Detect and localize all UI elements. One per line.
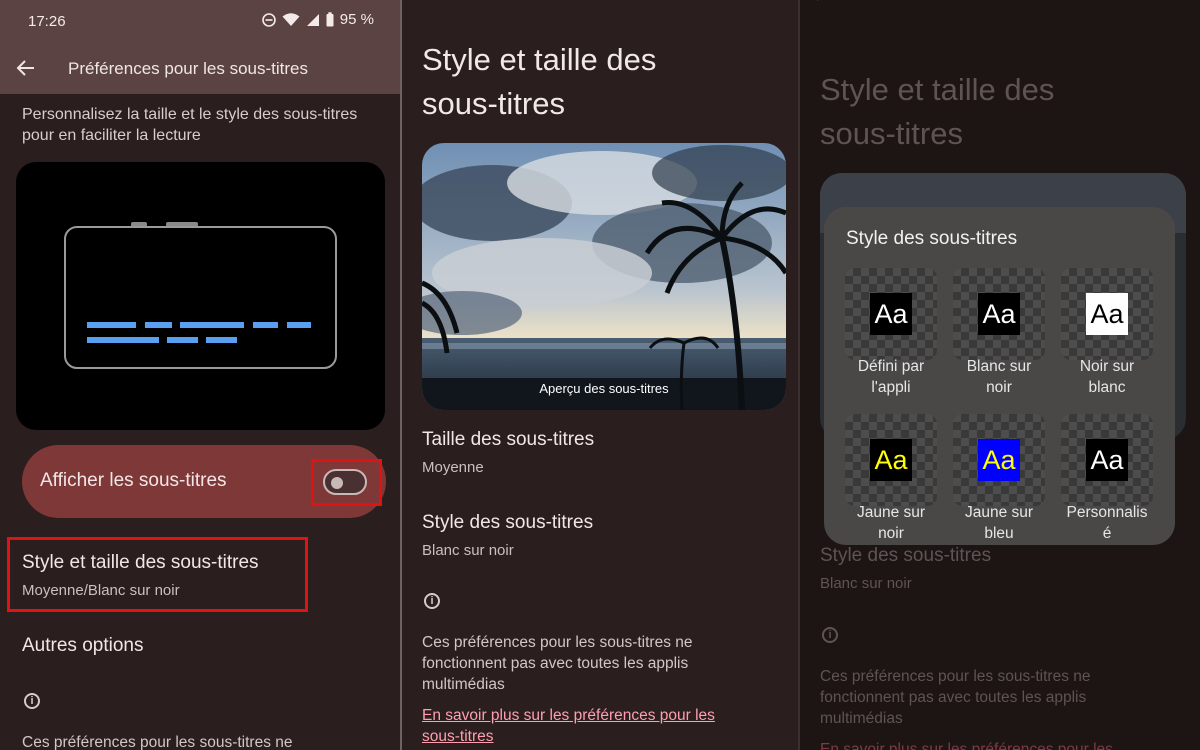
style-preview: Aa — [845, 268, 937, 360]
sample-text: Aa — [1086, 439, 1128, 481]
note-line: multimédias — [422, 676, 505, 693]
label-line: Jaune sur — [964, 504, 1034, 521]
option-label: Personnalis é — [1052, 502, 1162, 544]
compat-note: Ces préférences pour les sous-titres ne … — [820, 666, 1091, 729]
note-line: fonctionnent pas avec toutes les applis — [820, 689, 1087, 706]
info-icon: i — [822, 627, 838, 643]
sample-text: Aa — [1086, 293, 1128, 335]
preview-caption-text: Aperçu des sous-titres — [539, 381, 669, 396]
label-line: é — [1102, 525, 1112, 542]
battery-icon — [326, 12, 334, 27]
signal-icon — [306, 13, 319, 26]
style-preview: Aa — [953, 414, 1045, 506]
intro-text: Personnalisez la taille et le style des … — [22, 106, 358, 144]
sample-text: Aa — [978, 293, 1020, 335]
label-line: Jaune sur — [856, 504, 926, 521]
note-line: Ces préférences pour les sous-titres ne — [422, 634, 693, 651]
style-size-page-title: Style et taille des sous-titres — [422, 38, 656, 126]
status-icons: 95 % — [261, 11, 374, 28]
caption-size-value: Moyenne — [422, 459, 484, 476]
caption-illustration — [16, 162, 385, 430]
caption-style-value: Blanc sur noir — [422, 542, 514, 559]
style-preview: Aa — [1061, 268, 1153, 360]
wifi-icon — [282, 12, 300, 26]
caption-size-item[interactable]: Taille des sous-titres Moyenne — [422, 425, 782, 485]
highlight-box-switch — [311, 459, 382, 506]
back-arrow-icon[interactable] — [814, 0, 830, 8]
style-size-item[interactable]: Style et taille des sous-titres Moyenne/… — [10, 540, 305, 610]
sample-text: Aa — [870, 439, 912, 481]
option-label: Jaune sur noir — [836, 502, 946, 544]
style-dialog-panel: Style et taille des sous-titres Style de… — [800, 0, 1200, 750]
more-options-header: Autres options — [22, 635, 144, 656]
do-not-disturb-icon — [261, 12, 276, 27]
learn-more-link[interactable]: En savoir plus sur les préférences pour … — [422, 705, 715, 747]
title-line-2: sous-titres — [820, 116, 963, 151]
learn-more-link[interactable]: En savoir plus sur les préférences pour … — [820, 739, 1113, 750]
option-label: Jaune sur bleu — [944, 502, 1054, 544]
title-line-1: Style et taille des — [422, 42, 657, 77]
note-text: Ces préférences pour les sous-titres ne — [22, 734, 293, 750]
style-preview: Aa — [1061, 414, 1153, 506]
show-captions-label: Afficher les sous-titres — [40, 470, 227, 491]
style-preview: Aa — [845, 414, 937, 506]
page-title: Préférences pour les sous-titres — [68, 59, 308, 78]
caption-style-title: Style des sous-titres — [820, 545, 992, 566]
caption-style-value: Blanc sur noir — [820, 575, 912, 592]
caption-style-dialog: Style des sous-titres Aa Défini par l'ap… — [824, 207, 1175, 545]
label-line: Noir sur — [1079, 358, 1135, 375]
info-icon: i — [424, 593, 440, 609]
style-size-title: Style et taille des sous-titres — [22, 552, 259, 573]
battery-level: 95 % — [339, 11, 374, 28]
settings-panel-captions: 17:26 95 % Préférences pour les sous-tit… — [0, 0, 400, 750]
caption-size-title: Taille des sous-titres — [422, 429, 595, 450]
dialog-title: Style des sous-titres — [846, 228, 1018, 249]
label-line: Personnalis — [1066, 504, 1148, 521]
caption-style-item[interactable]: Style des sous-titres Blanc sur noir — [422, 508, 782, 568]
palm-beach-photo — [422, 143, 786, 410]
caption-preview-image: Aperçu des sous-titres — [422, 143, 786, 410]
label-line: l'appli — [871, 379, 911, 396]
sample-text: Aa — [870, 293, 912, 335]
note-line: multimédias — [820, 710, 903, 727]
compat-note: Ces préférences pour les sous-titres ne … — [422, 632, 693, 695]
option-label: Blanc sur noir — [944, 356, 1054, 398]
label-line: blanc — [1088, 379, 1126, 396]
note-line: fonctionnent pas avec toutes les applis — [422, 655, 689, 672]
status-time: 17:26 — [28, 13, 66, 30]
link-line: sous-titres — [422, 728, 494, 745]
note-line: Ces préférences pour les sous-titres ne — [820, 668, 1091, 685]
device-caption-icon — [64, 222, 337, 369]
label-line: Défini par — [857, 358, 925, 375]
status-bar: 17:26 95 % — [0, 0, 400, 44]
info-icon: i — [24, 693, 40, 709]
back-arrow-icon[interactable] — [14, 56, 38, 80]
label-line: bleu — [984, 525, 1014, 542]
label-line: noir — [986, 379, 1012, 396]
label-line: Blanc sur — [966, 358, 1032, 375]
caption-style-title: Style des sous-titres — [422, 512, 594, 533]
option-label: Défini par l'appli — [836, 356, 946, 398]
sample-text: Aa — [978, 439, 1020, 481]
style-size-page-title: Style et taille des sous-titres — [820, 68, 1054, 156]
title-line-2: sous-titres — [422, 86, 565, 121]
link-line: En savoir plus sur les préférences pour … — [422, 707, 715, 724]
style-preview: Aa — [953, 268, 1045, 360]
app-bar: Préférences pour les sous-titres — [0, 44, 400, 94]
label-line: noir — [878, 525, 904, 542]
style-size-subtitle: Moyenne/Blanc sur noir — [22, 582, 180, 599]
title-line-1: Style et taille des — [820, 72, 1055, 107]
style-size-panel: Style et taille des sous-titres Aperçu d… — [402, 0, 798, 750]
option-label: Noir sur blanc — [1052, 356, 1162, 398]
